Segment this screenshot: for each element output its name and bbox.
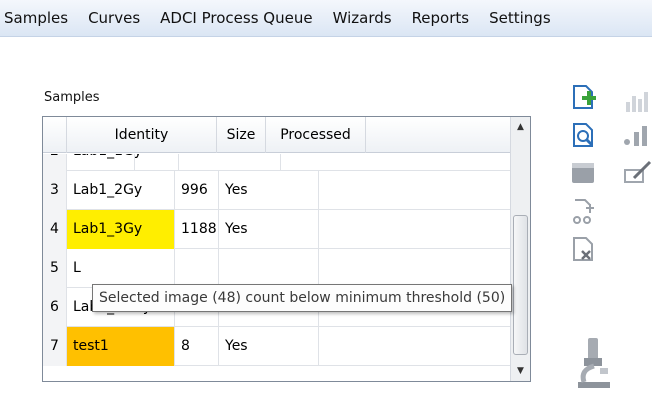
column-header-size[interactable]: Size	[217, 117, 266, 153]
remove-sample-icon[interactable]	[568, 234, 598, 264]
cell-size[interactable]: 1188	[175, 210, 219, 249]
cell-processed[interactable]	[179, 154, 281, 171]
table-row[interactable]: 2 Lab1_1Gy	[43, 154, 511, 171]
preview-sample-icon[interactable]	[568, 120, 598, 150]
add-sample-icon[interactable]	[568, 82, 598, 112]
menu-bar: Samples Curves ADCI Process Queue Wizard…	[0, 0, 652, 37]
edit-icon[interactable]	[622, 158, 652, 188]
row-number: 2	[43, 154, 67, 171]
cell-size[interactable]: 8	[175, 327, 219, 366]
table-row[interactable]: 7 test1 8 Yes	[43, 327, 511, 366]
line-chart-icon[interactable]	[622, 120, 652, 150]
microscope-icon[interactable]	[574, 334, 614, 390]
cell-size[interactable]	[175, 249, 219, 288]
cell-identity-highlighted[interactable]: test1	[67, 327, 175, 366]
cell-processed[interactable]: Yes	[219, 171, 319, 210]
vertical-scrollbar[interactable]: ▲ ▼	[510, 117, 530, 381]
menu-settings[interactable]: Settings	[479, 9, 561, 27]
add-link-icon[interactable]	[568, 196, 598, 226]
table-row[interactable]: 3 Lab1_2Gy 996 Yes	[43, 171, 511, 210]
row-number: 4	[43, 210, 67, 249]
menu-wizards[interactable]: Wizards	[323, 9, 402, 27]
table-header: Identity Size Processed	[43, 117, 511, 153]
row-number: 5	[43, 249, 67, 288]
cell-processed[interactable]: Yes	[219, 210, 319, 249]
cell-identity-highlighted[interactable]: Lab1_3Gy	[67, 210, 175, 249]
samples-group-label: Samples	[44, 90, 100, 105]
table-row[interactable]: 5 L	[43, 249, 511, 288]
table-row[interactable]: 4 Lab1_3Gy 1188 Yes	[43, 210, 511, 249]
cell-identity[interactable]: L	[67, 249, 175, 288]
threshold-tooltip: Selected image (48) count below minimum …	[92, 284, 513, 312]
cell-size[interactable]: 996	[175, 171, 219, 210]
bar-chart-icon[interactable]	[624, 86, 652, 116]
window-icon[interactable]	[568, 158, 598, 188]
row-number: 7	[43, 327, 67, 366]
cell-identity[interactable]: Lab1_1Gy	[67, 154, 142, 171]
column-header-identity[interactable]: Identity	[67, 117, 217, 153]
menu-adci-process-queue[interactable]: ADCI Process Queue	[150, 9, 322, 27]
cell-identity[interactable]: Lab1_2Gy	[67, 171, 175, 210]
row-number: 6	[43, 288, 67, 327]
cell-processed[interactable]: Yes	[219, 327, 319, 366]
menu-reports[interactable]: Reports	[402, 9, 480, 27]
menu-samples[interactable]: Samples	[0, 9, 78, 27]
column-header-processed[interactable]: Processed	[266, 117, 366, 153]
scrollbar-thumb[interactable]	[513, 215, 528, 355]
scroll-down-arrow-icon[interactable]: ▼	[511, 361, 530, 381]
scroll-up-arrow-icon[interactable]: ▲	[511, 117, 530, 137]
menu-curves[interactable]: Curves	[78, 9, 150, 27]
row-number-header	[43, 117, 67, 153]
samples-table[interactable]: Identity Size Processed 2 Lab1_1Gy 3 Lab…	[42, 116, 531, 382]
cell-size[interactable]	[135, 154, 179, 171]
cell-processed[interactable]	[219, 249, 319, 288]
row-number: 3	[43, 171, 67, 210]
table-body: 2 Lab1_1Gy 3 Lab1_2Gy 996 Yes 4 Lab1_3Gy…	[43, 154, 511, 381]
